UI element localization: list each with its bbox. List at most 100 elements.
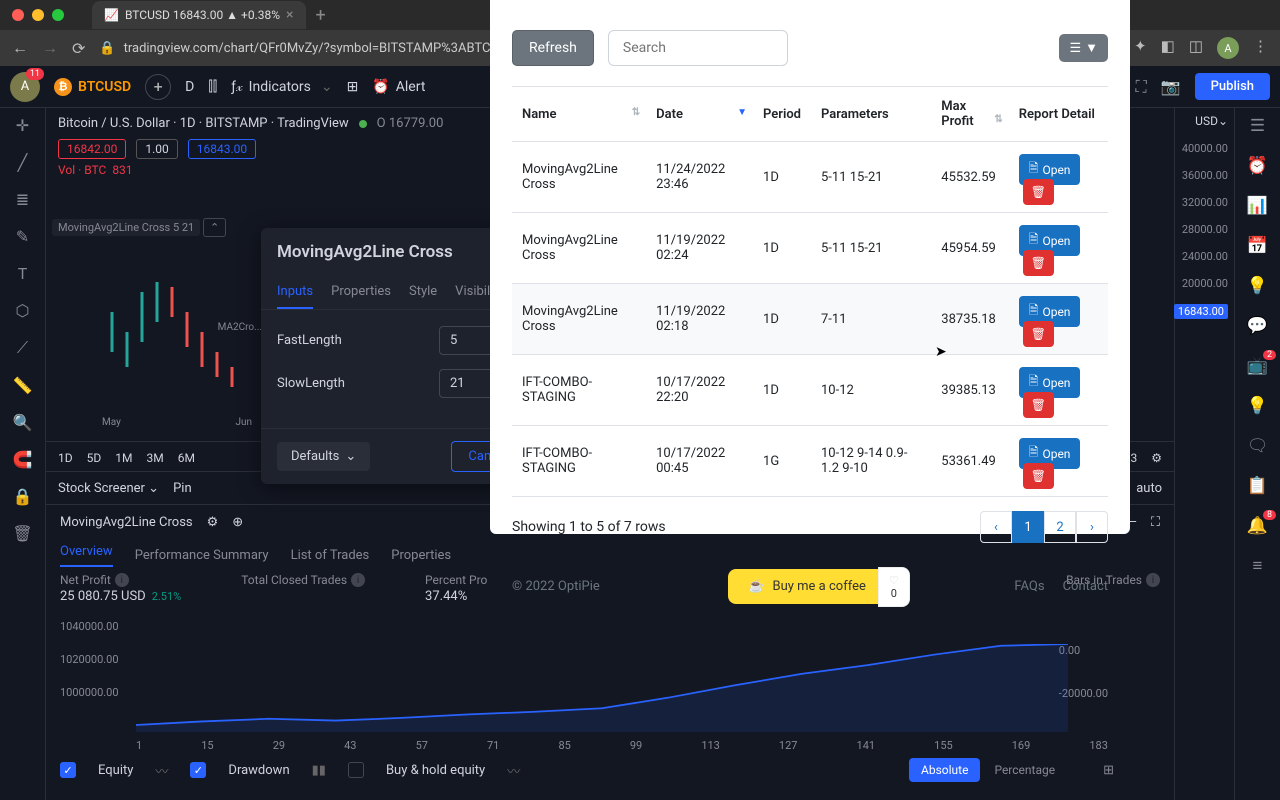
contact-link[interactable]: Contact	[1063, 579, 1108, 594]
community-icon[interactable]: 🗨	[1247, 436, 1269, 456]
search-input[interactable]	[608, 30, 788, 66]
view-mode-button[interactable]: ☰▼	[1059, 34, 1108, 62]
price-chart[interactable]: MA2Cro... MayJun	[92, 172, 252, 432]
tab-performance[interactable]: Performance Summary	[135, 548, 269, 563]
symbol-selector[interactable]: ₿ BTCUSD	[54, 78, 131, 96]
col-period[interactable]: Period	[753, 87, 811, 142]
heart-count[interactable]: ♡0	[878, 567, 910, 607]
tf-3m[interactable]: 3M	[146, 451, 163, 465]
faqs-link[interactable]: FAQs	[1014, 579, 1044, 594]
menu-icon[interactable]: ⋮	[1253, 37, 1268, 59]
profile-icon[interactable]: A	[1217, 37, 1239, 59]
delete-button[interactable]: 🗑	[1023, 250, 1054, 276]
page-1[interactable]: 1	[1012, 511, 1044, 543]
tab-visibility[interactable]: Visibili	[455, 276, 493, 309]
page-2[interactable]: 2	[1044, 511, 1076, 543]
page-prev[interactable]: ‹	[980, 511, 1012, 543]
tab-props[interactable]: Properties	[391, 548, 451, 563]
page-next[interactable]: ›	[1076, 511, 1108, 543]
drawdown-checkbox[interactable]: ✓	[190, 762, 206, 778]
zoom-tool-icon[interactable]: 🔍	[13, 413, 33, 432]
streams-icon[interactable]: 📺	[1247, 356, 1268, 376]
publish-button[interactable]: Publish	[1195, 73, 1270, 100]
puzzle-icon[interactable]: ✦	[1134, 37, 1147, 59]
tab-overview[interactable]: Overview	[60, 544, 113, 567]
traffic-max[interactable]	[52, 9, 64, 21]
templates-button[interactable]: ⊞	[347, 79, 359, 95]
fib-tool-icon[interactable]: ≣	[16, 190, 29, 209]
hotlist-icon[interactable]: 📊	[1247, 196, 1268, 216]
info-icon[interactable]: i	[1146, 573, 1160, 587]
magnet-tool-icon[interactable]: 🧲	[13, 450, 33, 469]
pine-button[interactable]: Pin	[173, 481, 192, 496]
buy-coffee-button[interactable]: ☕ Buy me a coffee ♡0	[728, 569, 886, 604]
forward-icon[interactable]: →	[42, 38, 58, 58]
timeframe-button[interactable]: D	[185, 79, 194, 95]
tab-properties[interactable]: Properties	[331, 276, 391, 309]
absolute-toggle[interactable]: Absolute	[909, 758, 980, 782]
percentage-toggle[interactable]: Percentage	[982, 758, 1067, 782]
defaults-button[interactable]: Defaults⌄	[277, 442, 370, 471]
text-tool-icon[interactable]: T	[18, 264, 28, 283]
order-panel-icon[interactable]: 📋	[1247, 476, 1268, 496]
add-symbol-button[interactable]: +	[145, 74, 171, 100]
settings-gear-icon[interactable]: ⚙	[1151, 451, 1162, 465]
currency-label[interactable]: USD⌄	[1195, 114, 1228, 128]
ext2-icon[interactable]: ◧	[1161, 37, 1175, 59]
traffic-min[interactable]	[32, 9, 44, 21]
info-icon[interactable]: i	[115, 573, 129, 587]
candle-type-button[interactable]: ⫿⫿	[208, 79, 217, 95]
dom-icon[interactable]: ≡	[1253, 556, 1263, 576]
back-icon[interactable]: ←	[12, 38, 28, 58]
delete-button[interactable]: 🗑	[1023, 463, 1054, 489]
tf-5d[interactable]: 5D	[87, 451, 102, 465]
buyhold-checkbox[interactable]	[348, 762, 364, 778]
col-parameters[interactable]: Parameters	[811, 87, 931, 142]
new-tab-icon[interactable]: +	[316, 5, 326, 26]
watchlist-icon[interactable]: ☰	[1250, 116, 1265, 136]
ideas2-icon[interactable]: 💡	[1247, 396, 1268, 416]
refresh-button[interactable]: Refresh	[512, 30, 594, 66]
forecast-tool-icon[interactable]: ⟋	[17, 338, 28, 358]
strategy-settings-icon[interactable]: ⚙	[207, 515, 219, 530]
tab-trades[interactable]: List of Trades	[291, 548, 370, 563]
col-date[interactable]: Date▼	[646, 87, 753, 142]
trendline-tool-icon[interactable]: ╱	[18, 153, 28, 172]
ideas-icon[interactable]: 💡	[1247, 276, 1268, 296]
equity-chart[interactable]: 1040000.00 1020000.00 1000000.00 0.00 -2…	[46, 614, 1128, 754]
reload-icon[interactable]: ⟳	[72, 39, 85, 58]
maximize-icon[interactable]: ⛶	[1151, 515, 1160, 530]
delete-button[interactable]: 🗑	[1023, 321, 1054, 347]
tf-1d[interactable]: 1D	[58, 451, 73, 465]
pattern-tool-icon[interactable]: ⬡	[16, 301, 30, 320]
tab-style[interactable]: Style	[409, 276, 437, 309]
traffic-close[interactable]	[12, 9, 24, 21]
delete-button[interactable]: 🗑	[1023, 179, 1054, 205]
delete-button[interactable]: 🗑	[1023, 392, 1054, 418]
tf-1m[interactable]: 1M	[115, 451, 132, 465]
browser-tab[interactable]: 📈 BTCUSD 16843.00 ▲ +0.38% ×	[92, 1, 306, 29]
snapshot-icon[interactable]: 📷	[1161, 77, 1181, 96]
equity-checkbox[interactable]: ✓	[60, 762, 76, 778]
notifications-icon[interactable]: 🔔	[1247, 516, 1268, 536]
indicators-button[interactable]: ƒ𝓍Indicators⌄	[231, 79, 332, 95]
tab-inputs[interactable]: Inputs	[277, 276, 313, 309]
user-avatar[interactable]: A11	[10, 72, 40, 102]
fullscreen-icon[interactable]: ⛶	[1136, 77, 1147, 97]
calendar-icon[interactable]: 📅	[1247, 236, 1268, 256]
tf-6m[interactable]: 6M	[178, 451, 195, 465]
chat-icon[interactable]: 💬	[1247, 316, 1268, 336]
trash-tool-icon[interactable]: 🗑	[12, 524, 32, 543]
strategy-zoom-icon[interactable]: ⊕	[232, 515, 243, 530]
lock-tool-icon[interactable]: 🔒	[13, 487, 33, 506]
info-icon[interactable]: i	[351, 573, 365, 587]
ext3-icon[interactable]: ◫	[1189, 37, 1203, 59]
tab-close-icon[interactable]: ×	[286, 7, 293, 23]
auto-toggle[interactable]: auto	[1136, 481, 1162, 496]
chart-menu-icon[interactable]: ⊞	[1103, 763, 1114, 778]
alerts-panel-icon[interactable]: ⏰	[1247, 156, 1268, 176]
col-name[interactable]: Name⇅	[512, 87, 646, 142]
measure-tool-icon[interactable]: 📏	[13, 376, 33, 395]
stock-screener-button[interactable]: Stock Screener ⌄	[58, 481, 159, 496]
alert-button[interactable]: ⏰Alert	[372, 79, 425, 95]
